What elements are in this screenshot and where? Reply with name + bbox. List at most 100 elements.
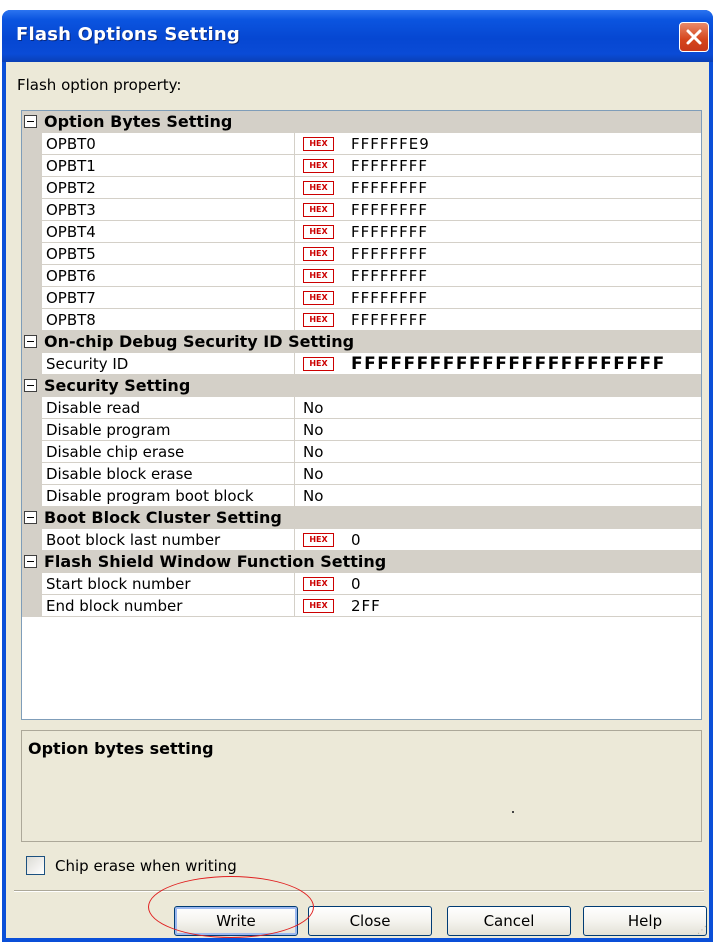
property-value[interactable]: FFFFFFFF	[351, 267, 428, 285]
property-grid[interactable]: Option Bytes Setting OPBT0 HEX FFFFFFE9 …	[21, 110, 702, 720]
property-row-disable-block-erase[interactable]: Disable block erase No	[22, 463, 701, 485]
category-debug-security-id[interactable]: On-chip Debug Security ID Setting	[22, 331, 701, 353]
property-value[interactable]: FFFFFFFF	[351, 223, 428, 241]
property-name: OPBT4	[46, 223, 96, 241]
property-value[interactable]: 2FF	[351, 597, 381, 615]
row-gutter	[22, 529, 42, 551]
category-label: Boot Block Cluster Setting	[44, 508, 282, 527]
collapse-icon[interactable]	[24, 335, 37, 348]
property-value[interactable]: No	[303, 443, 323, 461]
dialog-body: Flash option property: Option Bytes Sett…	[6, 62, 709, 938]
column-divider	[294, 155, 295, 177]
column-divider	[294, 485, 295, 507]
property-value[interactable]: No	[303, 487, 323, 505]
property-row-opbt3[interactable]: OPBT3 HEX FFFFFFFF	[22, 199, 701, 221]
property-row-start-block-number[interactable]: Start block number HEX 0	[22, 573, 701, 595]
row-gutter	[22, 573, 42, 595]
resize-grip-icon[interactable]: ⋰	[697, 925, 707, 936]
property-name: Disable read	[46, 399, 141, 417]
property-name: OPBT5	[46, 245, 96, 263]
property-row-opbt2[interactable]: OPBT2 HEX FFFFFFFF	[22, 177, 701, 199]
close-icon	[686, 29, 702, 45]
column-divider	[294, 529, 295, 551]
category-boot-block-cluster[interactable]: Boot Block Cluster Setting	[22, 507, 701, 529]
hex-badge-icon: HEX	[303, 137, 334, 151]
property-row-opbt8[interactable]: OPBT8 HEX FFFFFFFF	[22, 309, 701, 331]
close-window-button[interactable]	[679, 22, 709, 52]
help-button[interactable]: Help	[583, 906, 707, 936]
title-bar[interactable]: Flash Options Setting	[2, 10, 713, 62]
property-row-opbt4[interactable]: OPBT4 HEX FFFFFFFF	[22, 221, 701, 243]
property-value[interactable]: FFFFFFFF	[351, 201, 428, 219]
row-gutter	[22, 221, 42, 243]
property-value[interactable]: FFFFFFFF	[351, 245, 428, 263]
property-name: Start block number	[46, 575, 191, 593]
column-divider	[294, 463, 295, 485]
category-flash-shield-window[interactable]: Flash Shield Window Function Setting	[22, 551, 701, 573]
window-title: Flash Options Setting	[16, 24, 240, 45]
category-option-bytes[interactable]: Option Bytes Setting	[22, 111, 701, 133]
property-value[interactable]: FFFFFFFFFFFFFFFFFFFFFFFF	[351, 354, 666, 374]
property-row-opbt7[interactable]: OPBT7 HEX FFFFFFFF	[22, 287, 701, 309]
cancel-button[interactable]: Cancel	[447, 906, 571, 936]
column-divider	[294, 265, 295, 287]
property-row-disable-chip-erase[interactable]: Disable chip erase No	[22, 441, 701, 463]
property-value[interactable]: No	[303, 399, 323, 417]
collapse-icon[interactable]	[24, 511, 37, 524]
property-value[interactable]: No	[303, 421, 323, 439]
property-name: Boot block last number	[46, 531, 221, 549]
property-row-opbt1[interactable]: OPBT1 HEX FFFFFFFF	[22, 155, 701, 177]
hex-badge-icon: HEX	[303, 159, 334, 173]
hex-badge-icon: HEX	[303, 181, 334, 195]
description-title: Option bytes setting	[28, 739, 214, 758]
row-gutter	[22, 463, 42, 485]
row-gutter	[22, 309, 42, 331]
property-name: OPBT8	[46, 311, 96, 329]
description-panel: Option bytes setting	[21, 730, 702, 842]
collapse-icon[interactable]	[24, 115, 37, 128]
property-row-disable-program[interactable]: Disable program No	[22, 419, 701, 441]
property-value[interactable]: 0	[351, 575, 362, 593]
column-divider	[294, 243, 295, 265]
column-divider	[294, 595, 295, 617]
row-gutter	[22, 177, 42, 199]
property-row-boot-block-last-number[interactable]: Boot block last number HEX 0	[22, 529, 701, 551]
description-dot	[512, 811, 514, 813]
column-divider	[294, 133, 295, 155]
property-value[interactable]: 0	[351, 531, 362, 549]
hex-badge-icon: HEX	[303, 577, 334, 591]
collapse-icon[interactable]	[24, 379, 37, 392]
category-label: Flash Shield Window Function Setting	[44, 552, 387, 571]
column-divider	[294, 441, 295, 463]
property-name: OPBT3	[46, 201, 96, 219]
column-divider	[294, 397, 295, 419]
property-name: OPBT1	[46, 157, 96, 175]
property-value[interactable]: FFFFFFE9	[351, 135, 430, 153]
property-value[interactable]: No	[303, 465, 323, 483]
property-value[interactable]: FFFFFFFF	[351, 289, 428, 307]
property-row-disable-read[interactable]: Disable read No	[22, 397, 701, 419]
property-row-disable-program-boot-block[interactable]: Disable program boot block No	[22, 485, 701, 507]
row-gutter	[22, 595, 42, 617]
property-row-end-block-number[interactable]: End block number HEX 2FF	[22, 595, 701, 617]
category-security[interactable]: Security Setting	[22, 375, 701, 397]
hex-badge-icon: HEX	[303, 291, 334, 305]
row-gutter	[22, 265, 42, 287]
property-row-security-id[interactable]: Security ID HEX FFFFFFFFFFFFFFFFFFFFFFFF	[22, 353, 701, 375]
property-name: End block number	[46, 597, 183, 615]
property-row-opbt6[interactable]: OPBT6 HEX FFFFFFFF	[22, 265, 701, 287]
property-value[interactable]: FFFFFFFF	[351, 311, 428, 329]
hex-badge-icon: HEX	[303, 269, 334, 283]
chip-erase-label[interactable]: Chip erase when writing	[55, 857, 237, 875]
property-value[interactable]: FFFFFFFF	[351, 157, 428, 175]
property-name: Disable program boot block	[46, 487, 254, 505]
property-row-opbt5[interactable]: OPBT5 HEX FFFFFFFF	[22, 243, 701, 265]
column-divider	[294, 353, 295, 375]
collapse-icon[interactable]	[24, 555, 37, 568]
property-name: OPBT2	[46, 179, 96, 197]
property-name: OPBT0	[46, 135, 96, 153]
property-row-opbt0[interactable]: OPBT0 HEX FFFFFFE9	[22, 133, 701, 155]
property-value[interactable]: FFFFFFFF	[351, 179, 428, 197]
chip-erase-checkbox[interactable]	[26, 856, 45, 875]
close-button[interactable]: Close	[308, 906, 432, 936]
